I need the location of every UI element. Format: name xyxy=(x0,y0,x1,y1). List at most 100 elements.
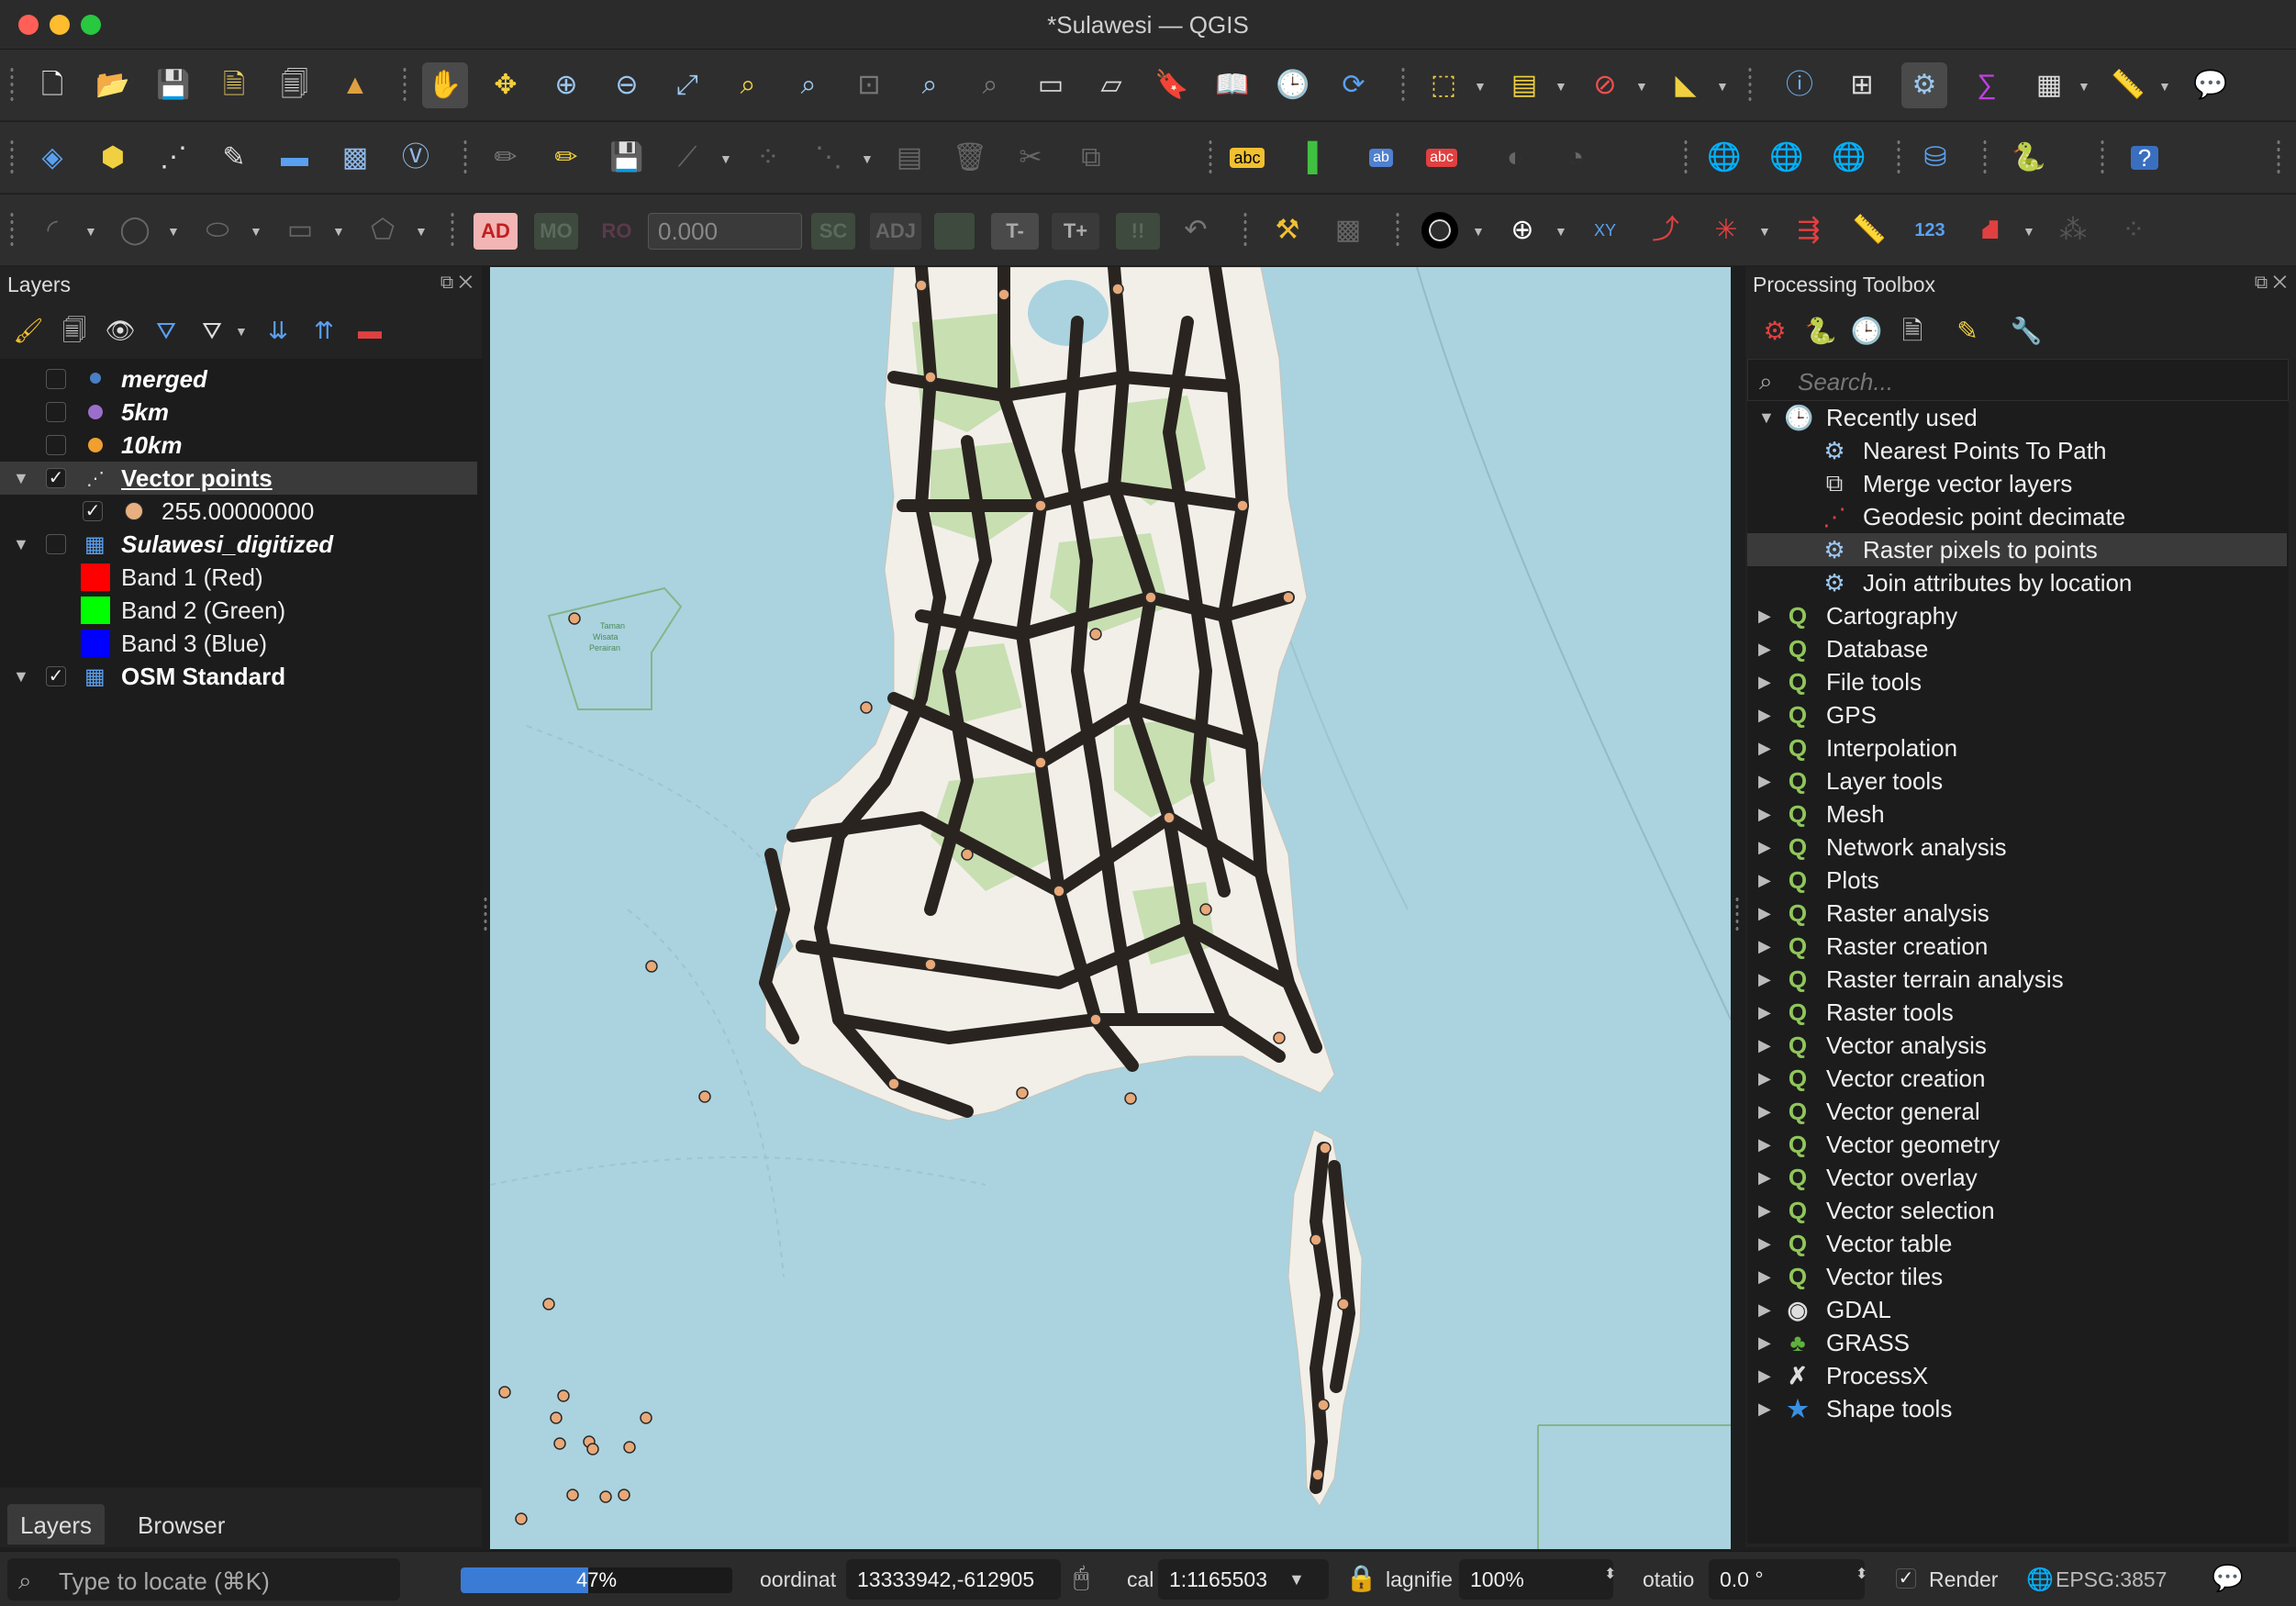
chevron-down-icon[interactable]: ▼ xyxy=(2158,79,2171,94)
modify-attributes-icon[interactable]: ⋱ xyxy=(806,135,852,181)
zoom-in-icon[interactable]: ⊕ xyxy=(543,62,589,108)
toolbar-grip[interactable] xyxy=(9,211,15,250)
layer-visibility-checkbox[interactable] xyxy=(46,402,66,422)
toolbar-grip[interactable] xyxy=(9,139,15,177)
layer-visibility-checkbox[interactable] xyxy=(46,435,66,455)
add-group-icon[interactable]: 🗐 xyxy=(55,311,94,350)
expand-arrow-icon[interactable]: ▶ xyxy=(1758,1333,1771,1353)
refresh-icon[interactable]: ⟳ xyxy=(1331,62,1376,108)
label-sort-icon[interactable]: ⁂ xyxy=(2050,207,2096,253)
georeferencer-icon[interactable]: ⚒ xyxy=(1265,207,1310,253)
remove-layer-icon[interactable]: ▬ xyxy=(351,311,389,350)
layer-visibility-checkbox[interactable] xyxy=(46,369,66,389)
statistical-summary-icon[interactable]: ∑ xyxy=(1964,62,2010,108)
tree-group-vector-general[interactable]: ▶ Q Vector general xyxy=(1747,1095,2287,1128)
toolbar-grip[interactable] xyxy=(1395,211,1400,250)
tab-browser[interactable]: Browser xyxy=(125,1504,238,1545)
panel-float-close-buttons[interactable]: ⧉ ✕ xyxy=(2255,273,2287,294)
tree-group-gps[interactable]: ▶ Q GPS xyxy=(1747,698,2287,731)
expand-arrow-icon[interactable]: ▶ xyxy=(1758,1201,1771,1221)
crs-globe-icon[interactable]: 🌐 xyxy=(2026,1567,2054,1593)
collapse-all-icon[interactable]: ⇈ xyxy=(305,311,343,350)
new-3d-map-view-icon[interactable]: ▱ xyxy=(1088,62,1134,108)
tree-item-geodesic-point-decimate[interactable]: ⋰ Geodesic point decimate xyxy=(1747,500,2287,533)
expand-arrow-icon[interactable]: ▶ xyxy=(1758,1168,1771,1188)
vertex-tool-icon[interactable]: ⁘ xyxy=(745,135,791,181)
open-layer-styling-icon[interactable]: 🖌 xyxy=(9,311,48,350)
chevron-down-icon[interactable]: ▼ xyxy=(1635,79,1648,94)
open-attribute-table-icon[interactable]: ▦ xyxy=(2026,62,2072,108)
toolbar-grip[interactable] xyxy=(450,211,455,250)
coordinate-input[interactable]: 13333942,-612905 xyxy=(846,1559,1061,1600)
tree-group-vector-selection[interactable]: ▶ Q Vector selection xyxy=(1747,1194,2287,1227)
tree-item-merge-vector-layers[interactable]: ⧉ Merge vector layers xyxy=(1747,467,2287,500)
advanced-digitizing-button[interactable]: AD xyxy=(474,213,518,250)
identify-features-icon[interactable]: ⓘ xyxy=(1777,62,1822,108)
digitizing-adj-button[interactable]: ADJ xyxy=(870,213,921,250)
tree-group-vector-creation[interactable]: ▶ Q Vector creation xyxy=(1747,1062,2287,1095)
toolbar-grip[interactable] xyxy=(1747,66,1753,105)
edit-attributes-icon[interactable]: ▤ xyxy=(886,135,932,181)
topology-minus-button[interactable]: T- xyxy=(991,213,1039,250)
tree-group-cartography[interactable]: ▶ Q Cartography xyxy=(1747,599,2287,632)
new-geopackage-layer-icon[interactable]: ⬢ xyxy=(90,135,136,181)
new-virtual-layer-icon[interactable]: ▬ xyxy=(272,135,318,181)
digitizing-warn-button[interactable]: !! xyxy=(1116,213,1160,250)
history-icon[interactable]: 🕒 xyxy=(1846,311,1887,351)
chevron-down-icon[interactable]: ▼ xyxy=(235,324,248,339)
map-canvas[interactable]: Taman Wisata Perairan xyxy=(490,267,1731,1549)
expand-arrow-icon[interactable]: ▶ xyxy=(1758,1267,1771,1287)
panel-splitter-left[interactable] xyxy=(483,896,488,932)
tree-group-vector-analysis[interactable]: ▶ Q Vector analysis xyxy=(1747,1029,2287,1062)
expand-arrow-icon[interactable]: ▶ xyxy=(1758,673,1771,692)
tree-group-plots[interactable]: ▶ Q Plots xyxy=(1747,864,2287,897)
current-edits-icon[interactable]: ✏ xyxy=(483,135,529,181)
expand-arrow-icon[interactable]: ▶ xyxy=(1758,1300,1771,1320)
deselect-features-icon[interactable]: ⊘ xyxy=(1582,62,1628,108)
layer-labeling-icon[interactable]: abc xyxy=(1224,135,1270,181)
reshape-features-icon[interactable]: ⇶ xyxy=(1786,207,1832,253)
collapse-arrow-icon[interactable]: ▼ xyxy=(13,535,29,554)
toolbar-grip[interactable] xyxy=(1982,139,1988,177)
new-map-view-icon[interactable]: ▭ xyxy=(1028,62,1074,108)
measure-icon[interactable]: 📏 xyxy=(1846,207,1892,253)
toolbar-grip[interactable] xyxy=(402,66,407,105)
trace-digitizing-icon[interactable]: ⤴ xyxy=(1643,207,1689,253)
results-viewer-icon[interactable]: 🗎 xyxy=(1892,311,1933,351)
rotation-input[interactable]: 0.0 ° xyxy=(1709,1559,1865,1600)
chevron-down-icon[interactable]: ▼ xyxy=(1474,79,1487,94)
layer-item-osm-standard[interactable]: ▼ ✓ ▦ OSM Standard xyxy=(0,660,477,693)
layer-visibility-checkbox[interactable]: ✓ xyxy=(46,468,66,488)
tree-group-interpolation[interactable]: ▶ Q Interpolation xyxy=(1747,731,2287,764)
lock-scale-icon[interactable]: 🔒 xyxy=(1345,1563,1377,1593)
tree-group-vector-tiles[interactable]: ▶ Q Vector tiles xyxy=(1747,1260,2287,1293)
new-project-icon[interactable]: 🗋 xyxy=(29,62,75,108)
open-project-icon[interactable]: 📂 xyxy=(90,62,136,108)
layer-item-sulawesi-digitized[interactable]: ▼ ▦ Sulawesi_digitized xyxy=(0,528,477,561)
temporal-controller-icon[interactable]: 🕒 xyxy=(1270,62,1316,108)
tree-group-vector-table[interactable]: ▶ Q Vector table xyxy=(1747,1227,2287,1260)
add-circle-icon[interactable]: ◯ xyxy=(112,207,158,253)
toolbar-grip[interactable] xyxy=(2100,139,2105,177)
layer-item-vector-points[interactable]: ▼ ✓ ⋰ Vector points xyxy=(0,462,477,495)
zoom-full-icon[interactable]: ⤢ xyxy=(664,62,710,108)
filter-legend-icon[interactable]: ⛛ xyxy=(147,311,185,350)
layer-diagram-icon[interactable]: ▐ xyxy=(1285,135,1331,181)
expand-arrow-icon[interactable]: ▶ xyxy=(1758,1400,1771,1419)
chevron-down-icon[interactable]: ▼ xyxy=(1716,79,1729,94)
chevron-down-icon[interactable]: ▼ xyxy=(167,224,180,239)
expand-arrow-icon[interactable]: ▶ xyxy=(1758,970,1771,989)
chevron-down-icon[interactable]: ▼ xyxy=(332,224,345,239)
quickmapservices-icon[interactable]: 🌐 xyxy=(1764,135,1810,181)
style-manager-icon[interactable]: ▲ xyxy=(332,62,378,108)
pin-labels-icon[interactable]: ab xyxy=(1358,135,1404,181)
edit-features-in-place-icon[interactable]: ✎ xyxy=(1947,311,1988,351)
manage-map-themes-icon[interactable]: 👁 xyxy=(101,311,139,350)
chevron-down-icon[interactable]: ▼ xyxy=(2078,79,2090,94)
save-project-icon[interactable]: 💾 xyxy=(150,62,196,108)
tree-item-join-attributes-by-location[interactable]: ⚙ Join attributes by location xyxy=(1747,566,2287,599)
copy-features-icon[interactable]: ⧉ xyxy=(1068,135,1114,181)
zoom-last-icon[interactable]: ⌕ xyxy=(907,62,953,108)
zoom-next-icon[interactable]: ⌕ xyxy=(967,62,1013,108)
expand-all-icon[interactable]: ⇊ xyxy=(259,311,297,350)
